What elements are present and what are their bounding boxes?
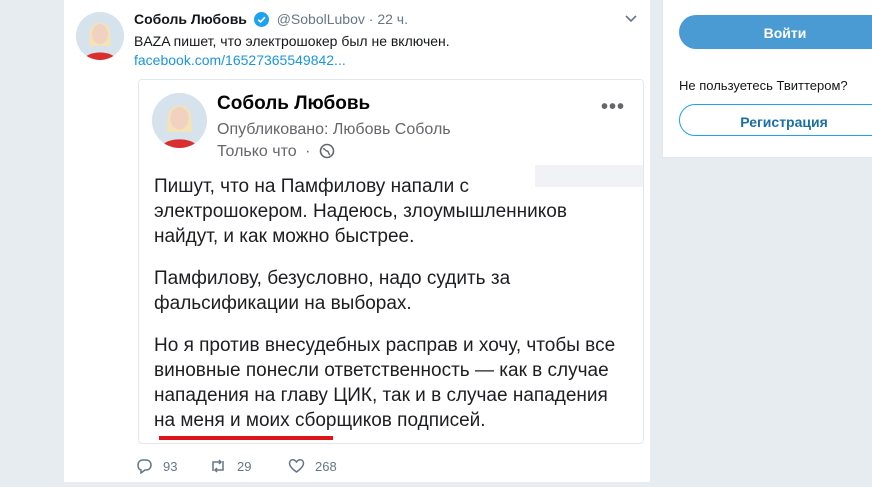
chevron-down-icon[interactable] <box>624 12 638 26</box>
post-published-by: Опубликовано: Любовь Соболь <box>217 121 451 138</box>
separator-dot: · <box>368 11 374 27</box>
signup-button[interactable]: Регистрация <box>679 104 872 136</box>
tweet-link[interactable]: facebook.com/16527365549842... <box>134 51 346 70</box>
signup-prompt: Не пользуетесь Твиттером? <box>679 78 848 93</box>
reply-count: 93 <box>163 458 178 474</box>
post-paragraph-1: Пишут, что на Памфилову напали с электро… <box>154 176 567 247</box>
retweet-button[interactable]: 29 <box>209 458 251 474</box>
tweet-header: Соболь Любовь @SobolLubov · 22 ч. <box>134 10 634 32</box>
tweet-time[interactable]: 22 ч. <box>377 11 408 27</box>
post-author-name: Соболь Любовь <box>217 93 371 114</box>
author-handle[interactable]: @SobolLubov <box>277 11 365 27</box>
like-button[interactable]: 268 <box>288 458 337 474</box>
meta-separator: · <box>305 143 311 160</box>
tweet-text: BAZA пишет, что электрошокер был не вклю… <box>134 33 450 49</box>
post-body: Пишут, что на Памфилову напали с электро… <box>154 174 624 443</box>
verified-badge-icon <box>253 12 269 32</box>
post-author-avatar <box>152 93 207 148</box>
post-paragraph-3: Но я против внесудебных расправ и хочу, … <box>154 335 616 431</box>
post-meta: Только что · <box>217 143 335 164</box>
reply-button[interactable]: 93 <box>136 458 177 474</box>
reply-icon <box>137 459 152 474</box>
retweet-icon <box>212 459 224 473</box>
avatar[interactable] <box>76 12 124 60</box>
embedded-image[interactable]: Соболь Любовь Опубликовано: Любовь Собол… <box>138 79 644 444</box>
red-underline <box>159 436 333 440</box>
globe-icon <box>319 143 335 164</box>
login-button[interactable]: Войти <box>679 15 872 49</box>
bottom-divider <box>64 482 650 487</box>
tweet-card: Соболь Любовь @SobolLubov · 22 ч. BAZA п… <box>64 0 651 487</box>
facebook-post-screenshot: Соболь Любовь Опубликовано: Любовь Собол… <box>139 80 643 443</box>
like-count: 268 <box>315 458 337 474</box>
retweet-count: 29 <box>237 458 252 474</box>
heart-icon <box>288 459 305 473</box>
post-paragraph-2: Памфилову, безусловно, надо судить за фа… <box>154 268 511 314</box>
author-name[interactable]: Соболь Любовь <box>134 11 247 27</box>
more-options-icon: ••• <box>601 96 626 118</box>
login-panel: Войти Не пользуетесь Твиттером? Регистра… <box>662 0 872 158</box>
post-time: Только что <box>217 143 297 160</box>
